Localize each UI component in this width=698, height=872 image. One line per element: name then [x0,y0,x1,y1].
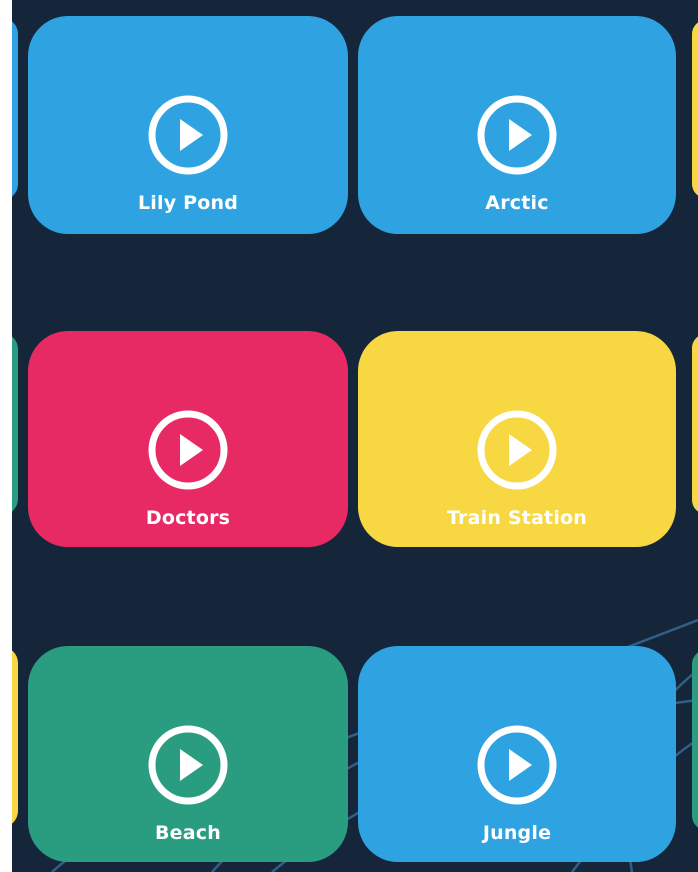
play-circle-icon [477,95,557,175]
play-circle-icon [477,725,557,805]
tile-label: Arctic [485,192,549,214]
scene-tile-train-station[interactable]: Train Station [358,331,676,547]
play-circle-icon [148,410,228,490]
play-circle-icon [477,410,557,490]
partial-tile-right-row2[interactable] [692,334,698,514]
tile-label: Beach [155,822,221,844]
play-circle-icon [148,95,228,175]
partial-tile-left-row3[interactable] [12,647,18,827]
partial-tile-right-row3[interactable] [692,650,698,830]
partial-tile-left-row2[interactable] [12,333,18,515]
tile-label: Train Station [446,507,588,529]
tile-label: Lily Pond [137,192,239,214]
play-circle-icon [148,725,228,805]
tile-label: Doctors [145,507,231,529]
scene-grid: Lily Pond Arctic Doctors Train Station B… [12,0,698,872]
scene-tile-doctors[interactable]: Doctors [28,331,348,547]
tile-label: Jungle [482,822,552,844]
scene-tile-jungle[interactable]: Jungle [358,646,676,862]
partial-tile-right-row1[interactable] [692,20,698,198]
scene-tile-arctic[interactable]: Arctic [358,16,676,234]
scene-tile-lily-pond[interactable]: Lily Pond [28,16,348,234]
scene-tile-beach[interactable]: Beach [28,646,348,862]
partial-tile-left-row1[interactable] [12,18,18,200]
